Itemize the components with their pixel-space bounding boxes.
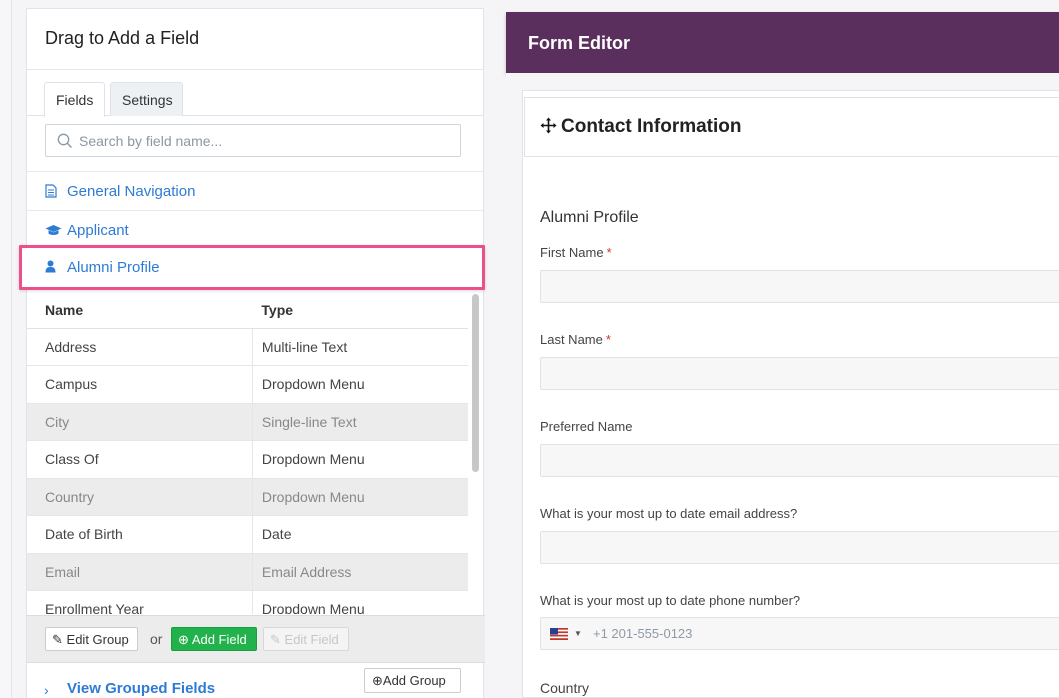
- table-row[interactable]: Email Email Address: [27, 553, 468, 591]
- left-gutter: [0, 0, 12, 698]
- table-row[interactable]: City Single-line Text: [27, 403, 468, 441]
- field-type-cell: Single-line Text: [251, 403, 468, 441]
- edit-field-label: Edit Field: [284, 632, 339, 647]
- last-name-field[interactable]: [540, 357, 1059, 390]
- or-separator: or: [150, 631, 163, 647]
- email-question-label: What is your most up to date email addre…: [540, 506, 798, 521]
- preferred-name-field[interactable]: [540, 444, 1059, 477]
- tab-settings[interactable]: Settings: [110, 82, 183, 116]
- edit-group-label: Edit Group: [66, 632, 129, 647]
- search-input[interactable]: [79, 131, 449, 151]
- search-icon: [57, 133, 72, 148]
- field-name-cell: Address: [27, 328, 253, 366]
- move-icon[interactable]: [540, 117, 557, 140]
- section-header[interactable]: Contact Information: [524, 97, 1059, 157]
- table-row[interactable]: Enrollment Year Dropdown Menu: [27, 590, 468, 614]
- view-grouped-fields-link[interactable]: View Grouped Fields: [67, 680, 215, 697]
- view-grouped-fields-row[interactable]: › View Grouped Fields ⊕Add Group: [27, 665, 485, 698]
- phone-field[interactable]: ▼ +1 201-555-0123: [540, 617, 1059, 650]
- first-name-label: First Name *: [540, 245, 612, 260]
- table-row[interactable]: Address Multi-line Text: [27, 328, 468, 366]
- table-scrollbar[interactable]: [471, 292, 480, 472]
- field-type-cell: Dropdown Menu: [251, 440, 468, 479]
- caret-down-icon[interactable]: ▼: [574, 629, 582, 638]
- field-name-cell: Enrollment Year: [27, 590, 253, 614]
- group-label: General Navigation: [67, 183, 196, 200]
- graduation-cap-icon: [45, 224, 62, 241]
- edit-group-button[interactable]: ✎ Edit Group: [45, 627, 138, 651]
- table-row[interactable]: Country Dropdown Menu: [27, 478, 468, 516]
- phone-placeholder: +1 201-555-0123: [593, 626, 693, 641]
- preferred-name-label: Preferred Name: [540, 419, 633, 434]
- group-alumni-profile[interactable]: Alumni Profile: [19, 245, 485, 290]
- first-name-label-text: First Name: [540, 245, 604, 260]
- column-header-type: Type: [252, 292, 468, 329]
- edit-field-button[interactable]: ✎ Edit Field: [263, 627, 349, 651]
- field-type-cell: Dropdown Menu: [251, 478, 468, 516]
- chevron-right-icon: ›: [44, 682, 49, 698]
- section-title: Contact Information: [561, 116, 742, 137]
- required-marker: *: [606, 245, 612, 260]
- section-title-wrap: Contact Information: [540, 116, 742, 140]
- fields-table: Name Type Address Multi-line Text Campus Dr…: [27, 292, 468, 614]
- scrollbar-thumb[interactable]: [472, 294, 479, 472]
- field-type-cell: Multi-line Text: [251, 328, 468, 366]
- add-group-label: Add Group: [382, 673, 446, 688]
- field-palette-panel: Drag to Add a Field Fields Settings Gene…: [26, 8, 485, 698]
- table-header-row: Name Type: [27, 292, 468, 329]
- plus-circle-icon: ⊕: [372, 673, 383, 688]
- plus-circle-icon: ⊕: [178, 632, 189, 647]
- field-name-cell: Date of Birth: [27, 515, 253, 554]
- form-editor-header: Form Editor: [506, 12, 1059, 73]
- field-name-cell: Campus: [27, 365, 253, 404]
- email-field[interactable]: [540, 531, 1059, 564]
- pencil-icon: ✎: [270, 632, 281, 647]
- column-header-name: Name: [27, 292, 253, 329]
- document-icon: [45, 184, 61, 202]
- field-type-cell: Dropdown Menu: [251, 365, 468, 404]
- tab-fields[interactable]: Fields: [44, 82, 105, 117]
- field-name-cell: Country: [27, 478, 253, 516]
- field-name-cell: Email: [27, 553, 253, 591]
- field-type-cell: Date: [251, 515, 468, 554]
- group-label: Alumni Profile: [67, 259, 160, 276]
- panel-title: Drag to Add a Field: [27, 9, 483, 70]
- add-field-button[interactable]: ⊕ Add Field: [171, 627, 257, 651]
- field-name-cell: City: [27, 403, 253, 441]
- table-row[interactable]: Date of Birth Date: [27, 515, 468, 554]
- search-row: [27, 116, 483, 172]
- search-box: [45, 124, 461, 157]
- action-bar: ✎ Edit Group or ⊕ Add Field ✎ Edit Field: [27, 615, 485, 663]
- field-name-cell: Class Of: [27, 440, 253, 479]
- group-general-navigation[interactable]: General Navigation: [27, 172, 483, 211]
- add-group-button[interactable]: ⊕Add Group: [364, 668, 461, 693]
- add-field-label: Add Field: [191, 632, 247, 647]
- user-icon: [45, 260, 61, 277]
- first-name-field[interactable]: [540, 270, 1059, 303]
- phone-question-label: What is your most up to date phone numbe…: [540, 593, 801, 608]
- tab-bar: Fields Settings: [27, 70, 483, 117]
- form-title: Alumni Profile: [540, 209, 639, 226]
- fields-table-wrap: Name Type Address Multi-line Text Campus Dr…: [27, 292, 485, 614]
- us-flag-icon[interactable]: [550, 628, 568, 640]
- group-label: Applicant: [67, 222, 129, 239]
- country-label: Country: [540, 680, 590, 696]
- last-name-label: Last Name *: [540, 332, 611, 347]
- table-row[interactable]: Campus Dropdown Menu: [27, 365, 468, 404]
- field-type-cell: Dropdown Menu: [251, 590, 468, 614]
- table-row[interactable]: Class Of Dropdown Menu: [27, 440, 468, 479]
- required-marker: *: [605, 332, 611, 347]
- field-type-cell: Email Address: [251, 553, 468, 591]
- pencil-icon: ✎: [52, 632, 63, 647]
- last-name-label-text: Last Name: [540, 332, 603, 347]
